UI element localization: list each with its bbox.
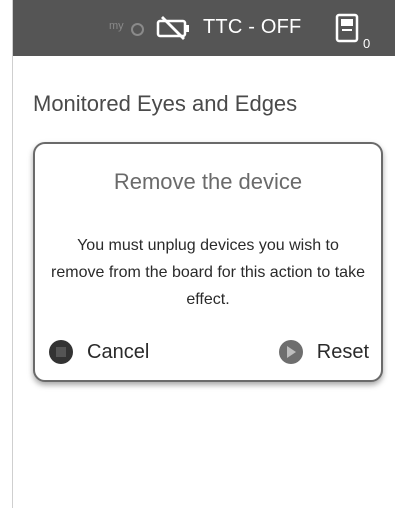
myq-label: my <box>109 20 124 32</box>
reset-button-label: Reset <box>316 340 369 363</box>
dialog-message: You must unplug devices you wish to remo… <box>51 237 365 308</box>
myq-connection-icon <box>131 23 144 36</box>
play-icon <box>278 340 303 364</box>
page-title: Monitored Eyes and Edges <box>33 91 298 116</box>
cancel-button-label: Cancel <box>87 340 150 363</box>
device-count: 0 <box>363 36 371 51</box>
ttc-status-text: TTC - OFF <box>203 16 302 38</box>
reset-button[interactable]: Reset <box>278 338 369 366</box>
device-screen: my TTC - OFF 0 Monitored Eyes and Edges … <box>12 0 395 508</box>
stop-icon <box>49 340 73 364</box>
battery-off-icon <box>156 16 192 45</box>
cancel-button[interactable]: Cancel <box>49 338 149 366</box>
device-panel-icon <box>335 13 359 48</box>
dialog-title: Remove the device <box>113 169 303 194</box>
remove-device-dialog: Remove the device You must unplug device… <box>33 142 383 382</box>
status-bar: my TTC - OFF 0 <box>13 0 395 56</box>
